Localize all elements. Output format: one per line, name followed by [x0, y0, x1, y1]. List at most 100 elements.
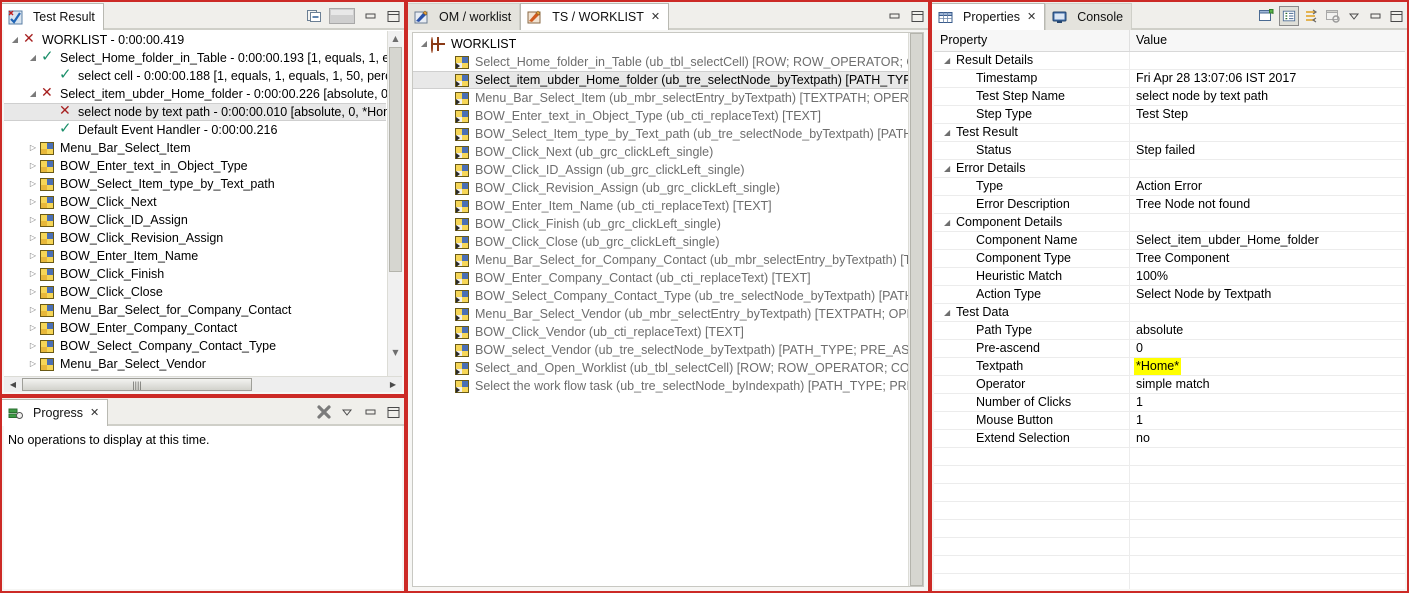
group-expander[interactable]: ◢: [944, 124, 956, 141]
tree-row[interactable]: ▷ BOW_Select_Company_Contact_Type: [4, 337, 386, 355]
property-row[interactable]: Mouse Button 1: [934, 412, 1405, 430]
property-cell-value[interactable]: [1130, 538, 1405, 555]
minimize-icon[interactable]: [886, 8, 902, 24]
tree-expander[interactable]: ▷: [26, 193, 40, 211]
maximize-icon[interactable]: [909, 8, 925, 24]
property-cell-value[interactable]: Step failed: [1130, 142, 1405, 159]
property-row[interactable]: [934, 556, 1405, 574]
property-cell-value[interactable]: [1130, 304, 1405, 321]
property-row[interactable]: Step Type Test Step: [934, 106, 1405, 124]
property-cell-value[interactable]: [1130, 214, 1405, 231]
property-cell-value[interactable]: [1130, 160, 1405, 177]
tree-row[interactable]: ▷ Menu_Bar_Select_Vendor: [4, 355, 386, 373]
close-icon[interactable]: ✕: [651, 11, 660, 23]
tree-row[interactable]: ▷ BOW_Enter_Company_Contact: [4, 319, 386, 337]
property-row[interactable]: Action Type Select Node by Textpath: [934, 286, 1405, 304]
tree-row[interactable]: · BOW_Enter_text_in_Object_Type (ub_cti_r…: [413, 107, 908, 125]
test-result-horizontal-scrollbar[interactable]: ◀ |||| ▶: [4, 376, 402, 392]
property-row[interactable]: Operator simple match: [934, 376, 1405, 394]
tree-expander[interactable]: ▷: [26, 319, 40, 337]
scrollbar-thumb[interactable]: [910, 33, 923, 586]
tree-row[interactable]: · Select_and_Open_Worklist (ub_tbl_select…: [413, 359, 923, 377]
property-row[interactable]: Textpath *Home*: [934, 358, 1405, 376]
close-icon[interactable]: ✕: [90, 407, 99, 419]
tree-row[interactable]: · Select_Home_folder_in_Table (ub_tbl_sel…: [413, 53, 923, 71]
tab-properties[interactable]: Properties ✕: [932, 3, 1046, 30]
tree-expander[interactable]: ▷: [26, 211, 40, 229]
scroll-right-icon[interactable]: ▶: [385, 377, 401, 392]
property-cell-value[interactable]: simple match: [1130, 376, 1405, 393]
property-row[interactable]: Type Action Error: [934, 178, 1405, 196]
tree-row[interactable]: · BOW_Enter_Company_Contact (ub_cti_repla…: [413, 269, 908, 287]
tree-expander[interactable]: ▷: [26, 301, 40, 319]
minimize-icon[interactable]: [362, 404, 378, 420]
tree-row[interactable]: · BOW_Click_Revision_Assign (ub_grc_click…: [413, 179, 908, 197]
property-row[interactable]: Test Step Name select node by text path: [934, 88, 1405, 106]
property-cell-value[interactable]: 1: [1130, 412, 1405, 429]
tree-expander[interactable]: ▷: [26, 229, 40, 247]
properties-table[interactable]: Property Value ◢ Result Details Timestamp F…: [934, 30, 1405, 589]
property-row[interactable]: Extend Selection no: [934, 430, 1405, 448]
property-cell-value[interactable]: select node by text path: [1130, 88, 1405, 105]
property-cell-value[interactable]: [1130, 448, 1405, 465]
new-view-icon[interactable]: [1258, 8, 1274, 24]
tree-row[interactable]: · Default Event Handler - 0:00:00.216: [4, 121, 386, 139]
maximize-icon[interactable]: [1388, 8, 1404, 24]
tree-row[interactable]: ◢ WORKLIST: [413, 35, 908, 53]
property-row[interactable]: ◢ Error Details: [934, 160, 1405, 178]
minimize-icon[interactable]: [362, 8, 378, 24]
tree-row[interactable]: ▷ BOW_Enter_text_in_Object_Type: [4, 157, 386, 175]
tree-row[interactable]: ▷ Menu_Bar_Select_Item: [4, 139, 386, 157]
property-row[interactable]: Path Type absolute: [934, 322, 1405, 340]
tree-row[interactable]: · select cell - 0:00:00.188 [1, equals, 1…: [4, 67, 402, 85]
scroll-up-icon[interactable]: ▲: [388, 31, 402, 46]
column-header-value[interactable]: Value: [1130, 30, 1405, 51]
tab-console[interactable]: Console: [1045, 3, 1133, 30]
tree-row[interactable]: · Select_item_ubder_Home_folder (ub_tre_s…: [413, 71, 923, 89]
collapse-all-icon[interactable]: [306, 8, 322, 24]
tree-expander[interactable]: ▷: [26, 247, 40, 265]
property-cell-value[interactable]: [1130, 484, 1405, 501]
tree-row[interactable]: ▷ BOW_Click_ID_Assign: [4, 211, 386, 229]
tree-row[interactable]: · BOW_select_Vendor (ub_tre_selectNode_by…: [413, 341, 923, 359]
tab-progress[interactable]: Progress ✕: [2, 399, 109, 426]
restore-icon[interactable]: [1325, 8, 1341, 24]
property-cell-value[interactable]: [1130, 574, 1405, 589]
property-cell-value[interactable]: [1130, 52, 1405, 69]
tree-row[interactable]: ◢ Select_item_ubder_Home_folder - 0:00:00…: [4, 85, 402, 103]
tree-row[interactable]: ▷ Menu_Bar_Select_for_Company_Contact: [4, 301, 386, 319]
tree-expander[interactable]: ▷: [26, 265, 40, 283]
tree-row[interactable]: ▷ BOW_Enter_Item_Name: [4, 247, 386, 265]
property-cell-value[interactable]: absolute: [1130, 322, 1405, 339]
scroll-left-icon[interactable]: ◀: [5, 377, 21, 392]
property-cell-value[interactable]: 100%: [1130, 268, 1405, 285]
property-row[interactable]: ◢ Result Details: [934, 52, 1405, 70]
view-menu-icon[interactable]: [339, 404, 355, 420]
scroll-down-icon[interactable]: ▼: [388, 345, 402, 360]
property-cell-value[interactable]: Fri Apr 28 13:07:06 IST 2017: [1130, 70, 1405, 87]
property-row[interactable]: ◢ Component Details: [934, 214, 1405, 232]
property-row[interactable]: ◢ Test Data: [934, 304, 1405, 322]
tree-row[interactable]: ▷ BOW_Click_Revision_Assign: [4, 229, 386, 247]
tree-expander[interactable]: ◢: [26, 49, 40, 67]
tab-ts-worklist[interactable]: TS / WORKLIST ✕: [520, 3, 670, 30]
categories-icon[interactable]: [1279, 6, 1299, 26]
tree-row[interactable]: · BOW_Select_Item_type_by_Text_path (ub_t…: [413, 125, 923, 143]
cancel-icon[interactable]: [316, 404, 332, 420]
tab-om-worklist[interactable]: OM / worklist: [408, 3, 521, 30]
property-cell-value[interactable]: Test Step: [1130, 106, 1405, 123]
tree-row[interactable]: · Menu_Bar_Select_for_Company_Contact (ub…: [413, 251, 923, 269]
tree-row[interactable]: · BOW_Enter_Item_Name (ub_cti_replaceText…: [413, 197, 908, 215]
property-row[interactable]: Pre-ascend 0: [934, 340, 1405, 358]
property-cell-value[interactable]: Tree Node not found: [1130, 196, 1405, 213]
property-row[interactable]: Number of Clicks 1: [934, 394, 1405, 412]
property-cell-value[interactable]: [1130, 556, 1405, 573]
property-cell-value[interactable]: Select_item_ubder_Home_folder: [1130, 232, 1405, 249]
tree-expander[interactable]: ▷: [26, 337, 40, 355]
property-row[interactable]: Status Step failed: [934, 142, 1405, 160]
tree-expander[interactable]: ◢: [417, 35, 431, 53]
tree-row[interactable]: · Menu_Bar_Select_Item (ub_mbr_selectEntr…: [413, 89, 923, 107]
property-row[interactable]: ◢ Test Result: [934, 124, 1405, 142]
property-row[interactable]: Error Description Tree Node not found: [934, 196, 1405, 214]
tree-row[interactable]: ▷ BOW_Select_Item_type_by_Text_path: [4, 175, 386, 193]
